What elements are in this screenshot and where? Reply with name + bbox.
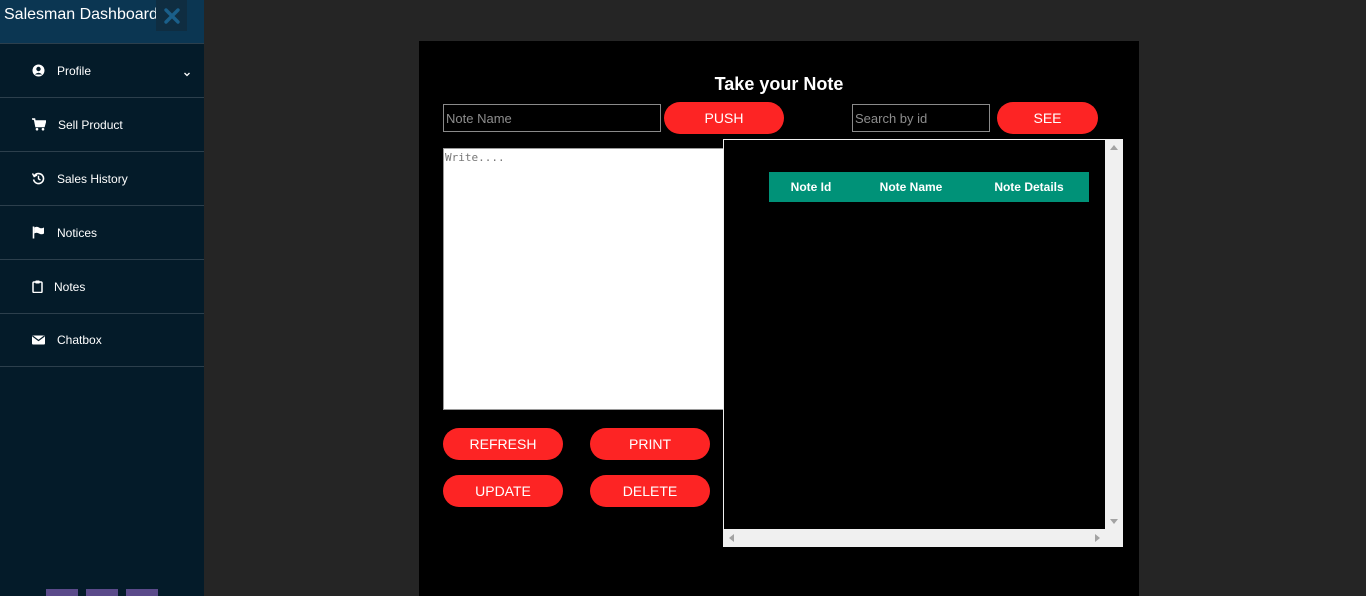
envelope-icon: [31, 333, 45, 347]
column-header-note-id: Note Id: [769, 172, 853, 202]
sidebar-item-label: Sales History: [57, 171, 128, 186]
notes-table-scrollbox[interactable]: Note Id Note Name Note Details: [723, 139, 1123, 547]
sidebar-item-sales-history[interactable]: Sales History: [0, 151, 204, 205]
notes-table: Note Id Note Name Note Details: [769, 172, 1089, 202]
sidebar-item-label: Chatbox: [57, 333, 102, 347]
clipboard-icon: [30, 280, 44, 294]
sidebar-item-label: Sell Product: [58, 117, 123, 132]
scroll-up-arrow-icon[interactable]: [1110, 145, 1118, 150]
sidebar-nav: Profile Sell Product Sales History Notic…: [0, 43, 204, 367]
cart-icon: [32, 118, 46, 132]
sidebar-item-label: Notes: [54, 279, 86, 294]
history-icon: [31, 172, 45, 186]
vertical-scrollbar[interactable]: [1106, 139, 1123, 530]
sidebar-item-notes[interactable]: Notes: [0, 259, 204, 313]
sidebar-item-notices[interactable]: Notices: [0, 205, 204, 259]
close-sidebar-button[interactable]: [156, 0, 187, 31]
scroll-left-arrow-icon[interactable]: [729, 534, 734, 542]
bottom-block: [46, 589, 78, 596]
delete-button[interactable]: DELETE: [590, 475, 710, 507]
close-icon: [163, 7, 180, 24]
user-circle-icon: [31, 64, 45, 78]
refresh-button[interactable]: REFRESH: [443, 428, 563, 460]
sidebar-title: Salesman Dashboard: [4, 6, 158, 23]
sidebar-item-profile[interactable]: Profile: [0, 43, 204, 97]
update-button[interactable]: UPDATE: [443, 475, 563, 507]
column-header-note-name: Note Name: [853, 172, 969, 202]
sidebar-item-sell-product[interactable]: Sell Product: [0, 97, 204, 151]
search-id-input[interactable]: [852, 104, 990, 132]
scrollbar-corner: [1106, 530, 1123, 547]
column-header-note-details: Note Details: [969, 172, 1089, 202]
note-name-input[interactable]: [443, 104, 661, 132]
scroll-right-arrow-icon[interactable]: [1095, 534, 1100, 542]
print-button[interactable]: PRINT: [590, 428, 710, 460]
note-panel: Take your Note PUSH SEE Note Id Note Nam…: [419, 41, 1139, 596]
sidebar-item-chatbox[interactable]: Chatbox: [0, 313, 204, 367]
chevron-down-icon[interactable]: [182, 66, 192, 76]
bottom-block: [86, 589, 118, 596]
sidebar-item-label: Profile: [57, 63, 92, 78]
note-textarea[interactable]: [443, 148, 725, 410]
bottom-block: [126, 589, 158, 596]
scroll-down-arrow-icon[interactable]: [1110, 519, 1118, 524]
horizontal-scrollbar[interactable]: [723, 530, 1106, 547]
sidebar-item-label: Notices: [57, 225, 98, 240]
table-header-row: Note Id Note Name Note Details: [769, 172, 1089, 202]
panel-title: Take your Note: [714, 74, 844, 94]
sidebar: Salesman Dashboard Profile Sell Product: [0, 0, 204, 596]
notes-table-viewport: Note Id Note Name Note Details: [724, 140, 1105, 529]
push-button[interactable]: PUSH: [664, 102, 784, 134]
flag-icon: [31, 226, 45, 240]
see-button[interactable]: SEE: [997, 102, 1098, 134]
